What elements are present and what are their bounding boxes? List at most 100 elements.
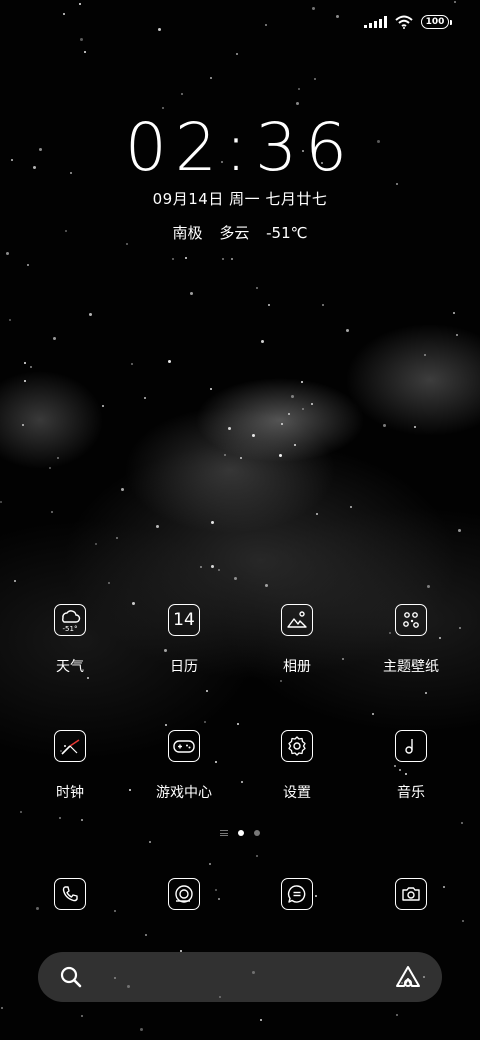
star [265,584,268,587]
star [144,397,146,399]
dock-browser[interactable] [124,878,244,910]
page-dot-active[interactable] [238,830,244,836]
app-weather[interactable]: -51° 天气 [10,604,130,676]
star [456,334,458,336]
star [372,713,374,715]
star [95,543,97,545]
app-label: 相册 [283,659,311,675]
star [316,513,318,515]
star [298,88,300,90]
app-label: 天气 [56,659,84,675]
star [234,577,237,580]
music-note-icon [395,730,427,762]
star [311,403,313,405]
star [265,24,267,26]
star [51,511,53,513]
star [314,78,316,80]
star [279,454,282,457]
star [165,724,167,726]
star [224,454,226,456]
weather-icon: -51° [54,604,86,636]
star [185,257,187,259]
star [458,529,461,532]
star [222,258,224,260]
star [210,77,212,79]
star [414,426,416,428]
star [462,920,464,922]
gear-icon [281,730,313,762]
app-label: 设置 [283,785,311,801]
page-indicator[interactable] [0,830,480,836]
search-bar[interactable] [38,952,442,1002]
star [346,329,349,332]
app-gallery[interactable]: 相册 [237,604,357,676]
star [336,15,339,18]
star [22,424,24,426]
star [0,501,2,503]
star [181,93,183,95]
star [291,395,294,398]
star [116,537,118,539]
star [260,1019,262,1021]
clock-time[interactable]: 02:36 [0,110,480,186]
star [302,408,304,410]
weather-temperature: -51℃ [266,224,308,242]
star [252,434,255,437]
app-music[interactable]: 音乐 [351,730,471,802]
app-label: 音乐 [397,785,425,801]
dock-phone[interactable] [10,878,130,910]
star [114,910,116,912]
star [168,360,171,363]
star [145,934,147,936]
star [149,841,151,843]
date-text: 09月14日 周一 七月廿七 [152,190,328,208]
star [79,3,81,5]
star [211,521,214,524]
star [9,319,11,321]
weather-condition: 多云 [219,224,250,242]
app-calendar[interactable]: 14 日历 [124,604,244,676]
app-clock[interactable]: 时钟 [10,730,130,802]
camera-icon [395,878,427,910]
star [228,427,231,430]
app-settings[interactable]: 设置 [237,730,357,802]
weather-summary[interactable]: 南极 多云 -51℃ [0,222,480,243]
page-dot[interactable] [254,830,260,836]
star [288,413,290,415]
star [210,388,212,390]
dock-camera[interactable] [351,878,471,910]
weather-location: 南极 [172,224,203,242]
dock-messages[interactable] [237,878,357,910]
star [30,366,32,368]
assistant-icon[interactable] [394,964,422,990]
app-label: 主题壁纸 [383,659,439,675]
app-game-center[interactable]: 游戏中心 [124,730,244,802]
star [312,7,315,10]
star [350,506,352,508]
star [158,28,161,31]
battery-level: 100 [421,15,449,29]
app-label: 游戏中心 [156,785,212,801]
battery-icon: 100 [421,15,452,29]
star [131,363,133,365]
page-list-icon[interactable] [220,830,228,836]
gallery-icon [281,604,313,636]
star [281,423,283,425]
gamepad-icon [168,730,200,762]
star [24,380,26,382]
star [59,817,61,819]
star [156,525,159,528]
star [424,354,426,356]
search-icon[interactable] [58,964,84,990]
star [87,677,89,679]
star [206,690,208,692]
themes-icon [395,604,427,636]
app-themes[interactable]: 主题壁纸 [351,604,471,676]
star [322,304,324,306]
status-bar: 100 [364,12,452,32]
star [209,863,211,865]
star [27,264,29,266]
star [63,13,65,15]
star [108,582,110,584]
star [236,53,238,55]
